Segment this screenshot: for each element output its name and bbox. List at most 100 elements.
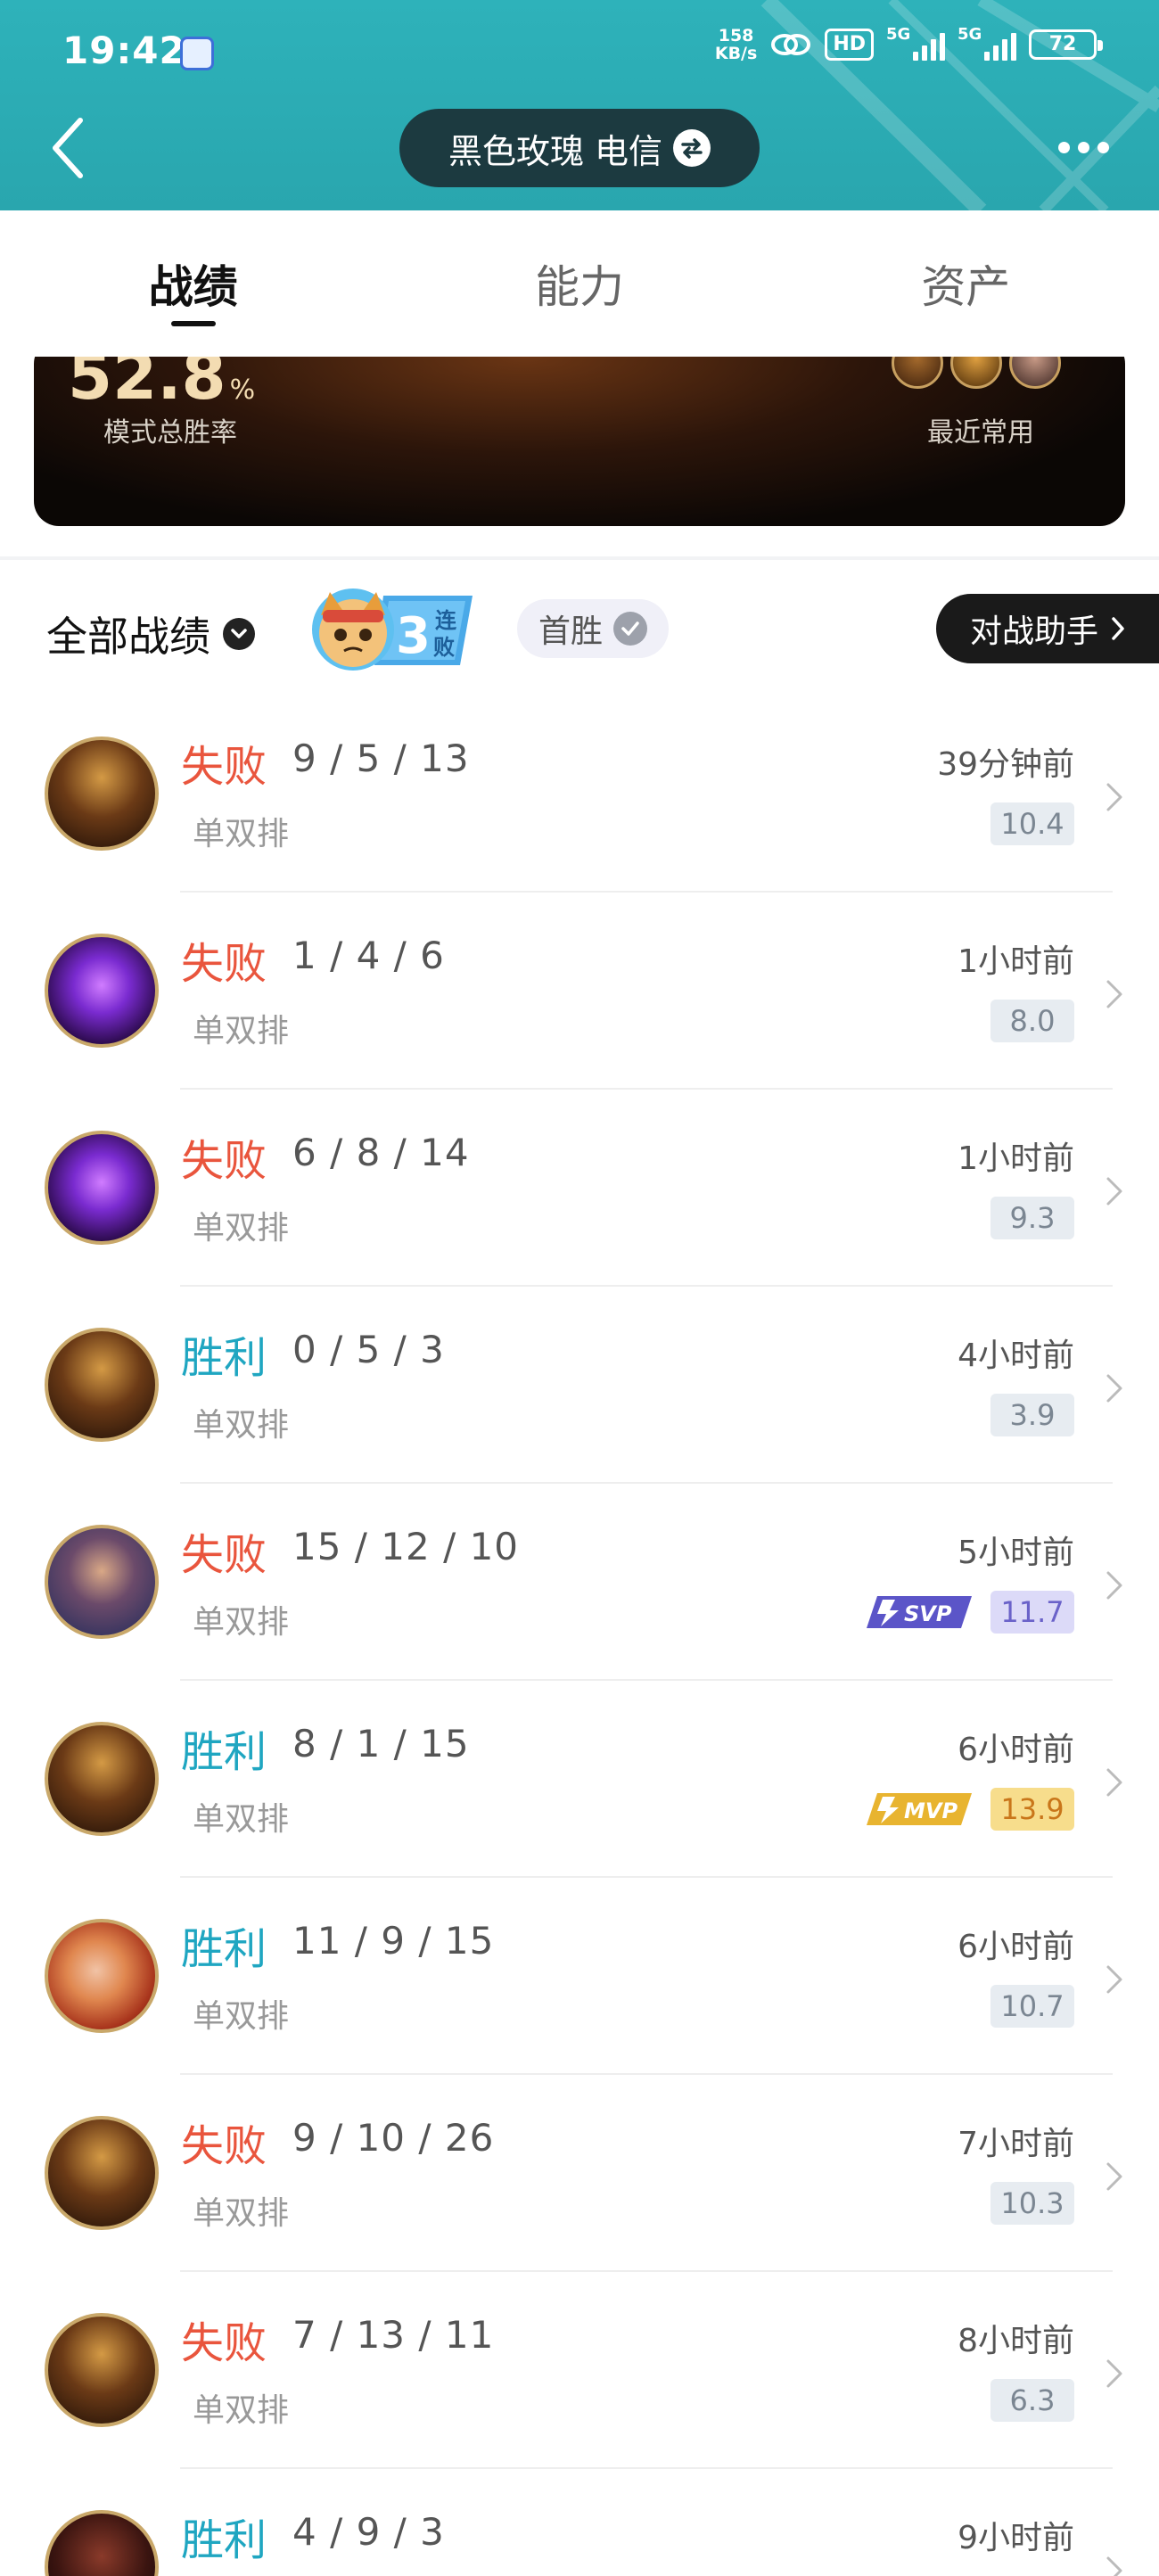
hero-avatar (45, 1525, 159, 1639)
match-mode: 单双排 (193, 816, 290, 852)
status-indicators: 158 KB/s HD 5G 5G 72 (715, 25, 1103, 62)
first-win-label: 首胜 (538, 613, 604, 650)
notification-app-icon (180, 37, 214, 70)
match-result: 失败 (181, 1530, 267, 1580)
chevron-right-icon (1106, 2359, 1122, 2388)
match-kda: 6 / 8 / 14 (292, 1131, 470, 1174)
match-kda: 11 / 9 / 15 (292, 1919, 495, 1963)
signal-sim2-label: 5G (958, 25, 982, 44)
hero-avatar (45, 2313, 159, 2427)
all-records-filter[interactable]: 全部战绩 (46, 605, 255, 663)
chevron-right-icon (1106, 1177, 1122, 1206)
match-result: 失败 (181, 2318, 267, 2368)
match-mode: 单双排 (193, 1604, 290, 1641)
match-score: 10.7 (990, 1985, 1074, 2028)
hero-avatar (45, 2510, 159, 2576)
match-time: 5小时前 (958, 1535, 1074, 1571)
signal-sim1-label: 5G (886, 25, 911, 44)
match-row[interactable]: 失败 9 / 10 / 26 单双排 7小时前 10.3 (0, 2075, 1159, 2272)
match-mode: 单双排 (193, 2392, 290, 2429)
battle-assistant-button[interactable]: 对战助手 (936, 594, 1159, 663)
tab-label: 资产 (921, 261, 1011, 313)
account-switcher[interactable]: 黑色玫瑰 电信 (399, 109, 760, 187)
win-rate-label: 模式总胜率 (103, 417, 237, 449)
more-options-button[interactable] (1043, 125, 1123, 169)
signal-sim1-icon: 5G (886, 25, 945, 61)
match-row[interactable]: 失败 15 / 12 / 10 单双排 5小时前 11.7 SVP (0, 1484, 1159, 1681)
match-score: 3.9 (990, 1394, 1074, 1436)
match-kda: 4 / 9 / 3 (292, 2510, 445, 2554)
match-mode: 单双排 (193, 1998, 290, 2035)
more-dot (1057, 141, 1070, 153)
account-name: 黑色玫瑰 电信 (448, 131, 663, 171)
chevron-right-icon (1106, 1571, 1122, 1600)
match-score: 8.0 (990, 1000, 1074, 1042)
match-result: 胜利 (181, 1333, 267, 1383)
chevron-right-icon (1106, 2556, 1122, 2576)
match-kda: 7 / 13 / 11 (292, 2313, 495, 2357)
match-kda: 1 / 4 / 6 (292, 934, 445, 977)
tab-bar: 战绩 能力 资产 (0, 210, 1159, 357)
match-time: 39分钟前 (937, 746, 1074, 783)
match-row[interactable]: 失败 7 / 13 / 11 单双排 8小时前 6.3 (0, 2272, 1159, 2469)
match-time: 9小时前 (958, 2520, 1074, 2556)
match-time: 6小时前 (958, 1732, 1074, 1768)
match-mode: 单双排 (193, 1013, 290, 1049)
match-kda: 0 / 5 / 3 (292, 1328, 445, 1371)
match-score: 10.3 (990, 2182, 1074, 2225)
recent-heroes-label: 最近常用 (927, 417, 1034, 449)
app-header: 19:42 158 KB/s HD 5G 5G 72 黑色玫瑰 电信 (0, 0, 1159, 210)
chevron-right-icon (1106, 1965, 1122, 1994)
network-speed-value: 158 (718, 26, 754, 45)
tab-assets[interactable]: 资产 (773, 210, 1159, 357)
badge-label: MVP (904, 1798, 958, 1823)
match-row[interactable]: 失败 9 / 5 / 13 单双排 39分钟前 10.4 (0, 695, 1159, 893)
all-records-label: 全部战绩 (46, 613, 210, 661)
match-kda: 9 / 5 / 13 (292, 737, 470, 780)
match-score: 10.4 (990, 802, 1074, 845)
match-list: 失败 9 / 5 / 13 单双排 39分钟前 10.4 失败 1 / 4 / … (0, 695, 1159, 2576)
hd-voice-badge: HD (825, 29, 874, 61)
match-row[interactable]: 胜利 8 / 1 / 15 单双排 6小时前 13.9 MVP (0, 1681, 1159, 1878)
match-time: 7小时前 (958, 2126, 1074, 2162)
match-row[interactable]: 胜利 0 / 5 / 3 单双排 4小时前 3.9 (0, 1287, 1159, 1484)
losing-streak-badge: 3 连 败 (312, 588, 473, 671)
chevron-right-icon (1112, 617, 1124, 640)
network-speed: 158 KB/s (715, 27, 757, 62)
match-row[interactable]: 胜利 4 / 9 / 3 9小时前 (0, 2469, 1159, 2576)
hero-avatar (45, 1919, 159, 2033)
chevron-right-icon (1106, 1768, 1122, 1797)
tab-label: 能力 (534, 261, 624, 313)
hero-avatar (45, 1328, 159, 1442)
first-win-filter[interactable]: 首胜 (517, 599, 670, 658)
section-divider (0, 556, 1159, 560)
match-row[interactable]: 失败 6 / 8 / 14 单双排 1小时前 9.3 (0, 1090, 1159, 1287)
match-score: 9.3 (990, 1197, 1074, 1239)
more-dot (1097, 141, 1109, 153)
match-result: 胜利 (181, 2515, 267, 2565)
tab-ability[interactable]: 能力 (386, 210, 772, 357)
match-result: 失败 (181, 939, 267, 989)
chevron-right-icon (1106, 783, 1122, 811)
signal-sim2-icon: 5G (958, 25, 1016, 61)
match-kda: 15 / 12 / 10 (292, 1525, 520, 1568)
match-score: 6.3 (990, 2379, 1074, 2422)
hero-avatar (45, 737, 159, 851)
streak-text-1: 连 (435, 608, 457, 633)
chevron-right-icon (1106, 2162, 1122, 2191)
hero-avatar (45, 934, 159, 1048)
chevron-down-icon (223, 618, 255, 650)
tab-record[interactable]: 战绩 (0, 210, 386, 357)
match-row[interactable]: 胜利 11 / 9 / 15 单双排 6小时前 10.7 (0, 1878, 1159, 2075)
link-icon (771, 34, 811, 55)
check-icon (613, 612, 648, 646)
match-result: 失败 (181, 1136, 267, 1186)
back-arrow-icon (53, 118, 83, 178)
back-button[interactable] (36, 111, 100, 185)
swap-icon (673, 129, 711, 167)
match-row[interactable]: 失败 1 / 4 / 6 单双排 1小时前 8.0 (0, 893, 1159, 1090)
win-rate-unit: % (229, 374, 256, 406)
status-time: 19:42 (62, 29, 186, 72)
match-time: 4小时前 (958, 1337, 1074, 1374)
hero-avatar (45, 1722, 159, 1836)
